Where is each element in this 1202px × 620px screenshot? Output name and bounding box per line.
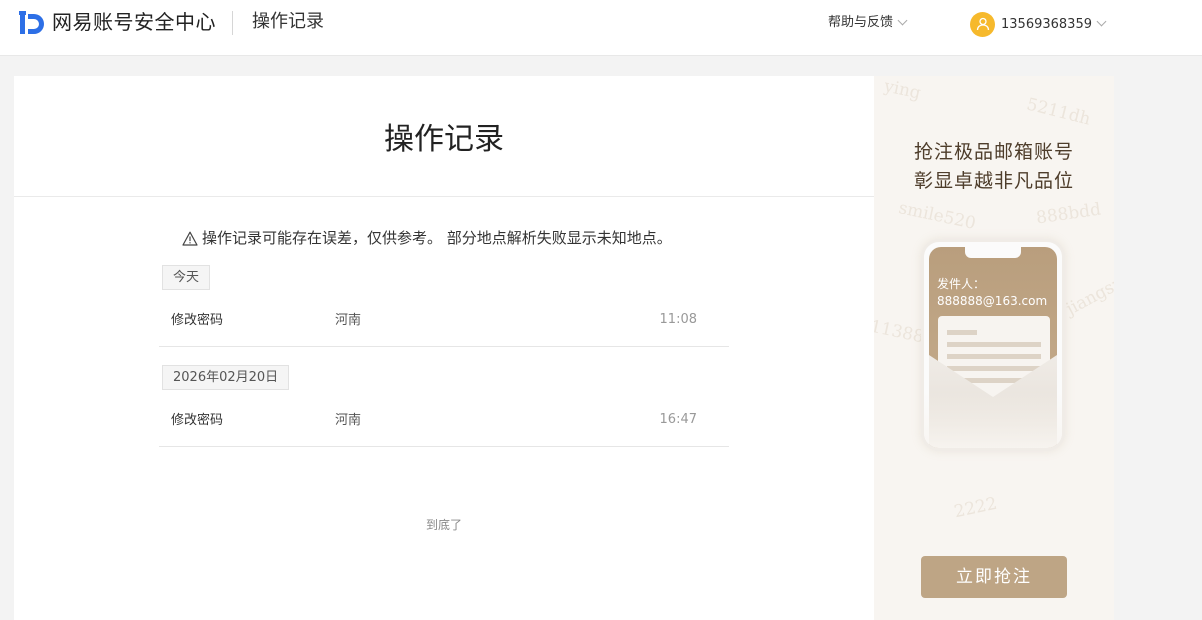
ad-watermark: jiangsu — [1062, 272, 1114, 320]
user-phone: 13569368359 — [1001, 16, 1092, 32]
ad-headline: 抢注极品邮箱账号 彰显卓越非凡品位 — [874, 138, 1114, 196]
notice-text: 操作记录可能存在误差，仅供参考。 部分地点解析失败显示未知地点。 — [202, 229, 672, 247]
phone-notch — [965, 247, 1021, 258]
netease-id-logo-icon[interactable] — [19, 11, 49, 35]
chevron-down-icon — [897, 15, 908, 26]
log-time: 11:08 — [659, 312, 697, 327]
operation-log-panel: 操作记录 操作记录可能存在误差，仅供参考。 部分地点解析失败显示未知地点。 今天… — [14, 76, 874, 620]
date-group-label: 今天 — [162, 265, 211, 290]
log-notice: 操作记录可能存在误差，仅供参考。 部分地点解析失败显示未知地点。 — [182, 228, 672, 248]
log-operation: 修改密码 — [171, 313, 224, 328]
ad-headline-line-2: 彰显卓越非凡品位 — [913, 170, 1074, 192]
ad-watermark: 11388 — [874, 316, 926, 348]
user-avatar-icon — [970, 11, 995, 37]
sender-email: 888888@163.com — [937, 294, 1048, 308]
ad-watermark: 2222 — [952, 493, 999, 523]
log-location: 河南 — [335, 313, 362, 328]
header-divider — [232, 11, 233, 35]
end-of-list-text: 到底了 — [425, 518, 462, 532]
date-group-label: 2026年02月20日 — [162, 365, 290, 390]
phone-illustration: 发件人： 888888@163.com — [921, 239, 1065, 451]
log-row: 修改密码 河南 16:47 — [159, 397, 729, 447]
log-operation: 修改密码 — [171, 413, 224, 428]
ad-watermark: ying — [882, 76, 923, 104]
log-time: 16:47 — [659, 412, 697, 427]
register-now-button[interactable]: 立即抢注 — [921, 556, 1067, 598]
ad-headline-line-1: 抢注极品邮箱账号 — [913, 141, 1074, 163]
warning-icon — [182, 231, 198, 246]
chevron-down-icon — [1096, 16, 1107, 27]
email-promo-banner[interactable]: ying 5211dh smile520 888bdd 11388 jiangs… — [874, 76, 1114, 620]
help-feedback-label: 帮助与反馈 — [828, 15, 894, 30]
ad-watermark: 888bdd — [1034, 199, 1103, 229]
help-feedback-menu[interactable]: 帮助与反馈 — [828, 14, 908, 32]
log-row: 修改密码 河南 11:08 — [159, 297, 729, 347]
ad-watermark: 5211dh — [1024, 94, 1093, 130]
header-page-name: 操作记录 — [252, 11, 324, 32]
user-account-menu[interactable]: 13569368359 — [970, 11, 1107, 37]
top-header: 网易账号安全中心 操作记录 帮助与反馈 13569368359 — [0, 0, 1202, 56]
page-title: 操作记录 — [384, 122, 504, 157]
site-title[interactable]: 网易账号安全中心 — [52, 9, 216, 35]
log-location: 河南 — [335, 413, 362, 428]
title-divider — [14, 196, 874, 197]
ad-watermark: smile520 — [896, 198, 978, 234]
sender-label: 发件人： — [937, 277, 986, 291]
